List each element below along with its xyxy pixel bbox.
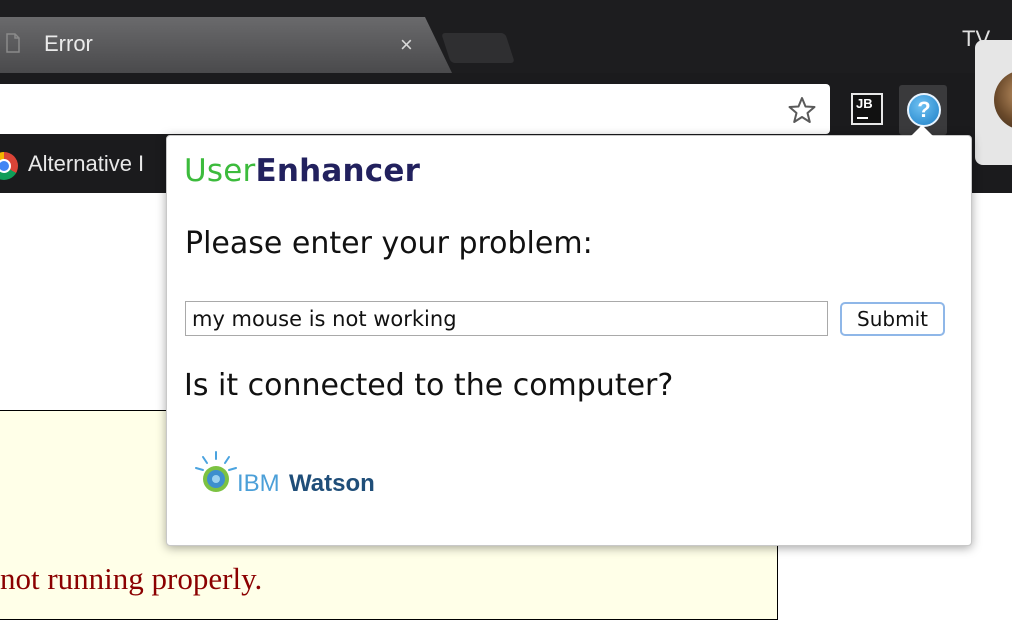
problem-input[interactable]	[185, 301, 828, 336]
brand-enhancer: Enhancer	[255, 153, 421, 189]
tab-title: Error	[44, 31, 93, 56]
document-icon	[6, 33, 20, 53]
help-icon[interactable]: ?	[907, 93, 941, 127]
jb-underline	[857, 117, 868, 119]
brand-user: User	[184, 153, 256, 189]
popup-arrow	[911, 125, 933, 136]
submit-button[interactable]: Submit	[840, 302, 945, 336]
close-icon[interactable]: ×	[400, 33, 413, 57]
bookmark-item-alternative[interactable]: Alternative I	[28, 151, 144, 177]
jb-extension-icon[interactable]: JB	[851, 93, 883, 125]
watson-logo-ibm: IBM	[237, 470, 280, 497]
brand-title: UserEnhancer	[184, 153, 420, 189]
problem-prompt: Please enter your problem:	[185, 226, 593, 261]
star-icon[interactable]	[788, 96, 816, 124]
extension-popup	[166, 135, 972, 546]
watson-logo-icon	[195, 451, 237, 492]
answer-text: Is it connected to the computer?	[184, 368, 674, 403]
jb-label: JB	[856, 96, 873, 111]
error-message: not running properly.	[0, 561, 263, 596]
new-tab-button[interactable]	[441, 33, 515, 63]
address-bar[interactable]	[0, 84, 830, 134]
watson-logo-name: Watson	[289, 470, 375, 497]
